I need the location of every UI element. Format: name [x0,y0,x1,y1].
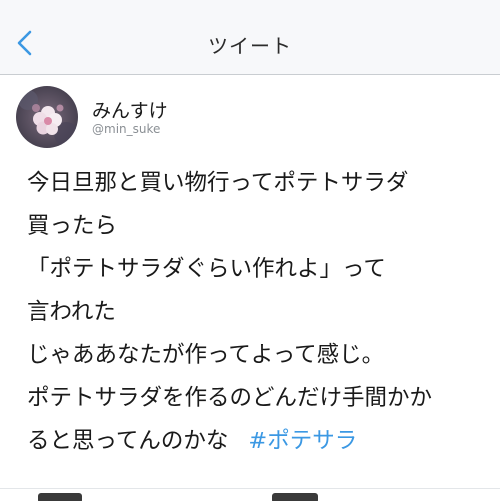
tweet-line: 言われた [27,299,116,325]
tweet-text: 今日旦那と買い物行ってポテトサラダ 買ったら 「ポテトサラダぐらい作れよ」って … [27,162,497,463]
page-title: ツイート [208,34,292,58]
tweet-line: 「ポテトサラダぐらい作れよ」って [27,256,386,282]
tweet-line: じゃああなたが作ってよって感じ。 [27,342,385,368]
avatar[interactable] [16,86,78,148]
tweet-line-last: ると思ってんのかな #ポテサラ [27,420,497,463]
user-handle[interactable]: @min_suke [92,122,160,136]
tweet-line-text: ると思ってんのかな [27,428,229,454]
display-name[interactable]: みんすけ [92,96,168,123]
tweet-stats-row [0,488,500,501]
tweet-line: 買ったら [27,213,118,239]
navigation-bar: ツイート [0,0,500,75]
tweet-line: ポテトサラダを作るのどんだけ手間かか [27,385,433,411]
hashtag-link[interactable]: #ポテサラ [248,428,357,454]
tweet-line: 今日旦那と買い物行ってポテトサラダ [27,170,409,196]
